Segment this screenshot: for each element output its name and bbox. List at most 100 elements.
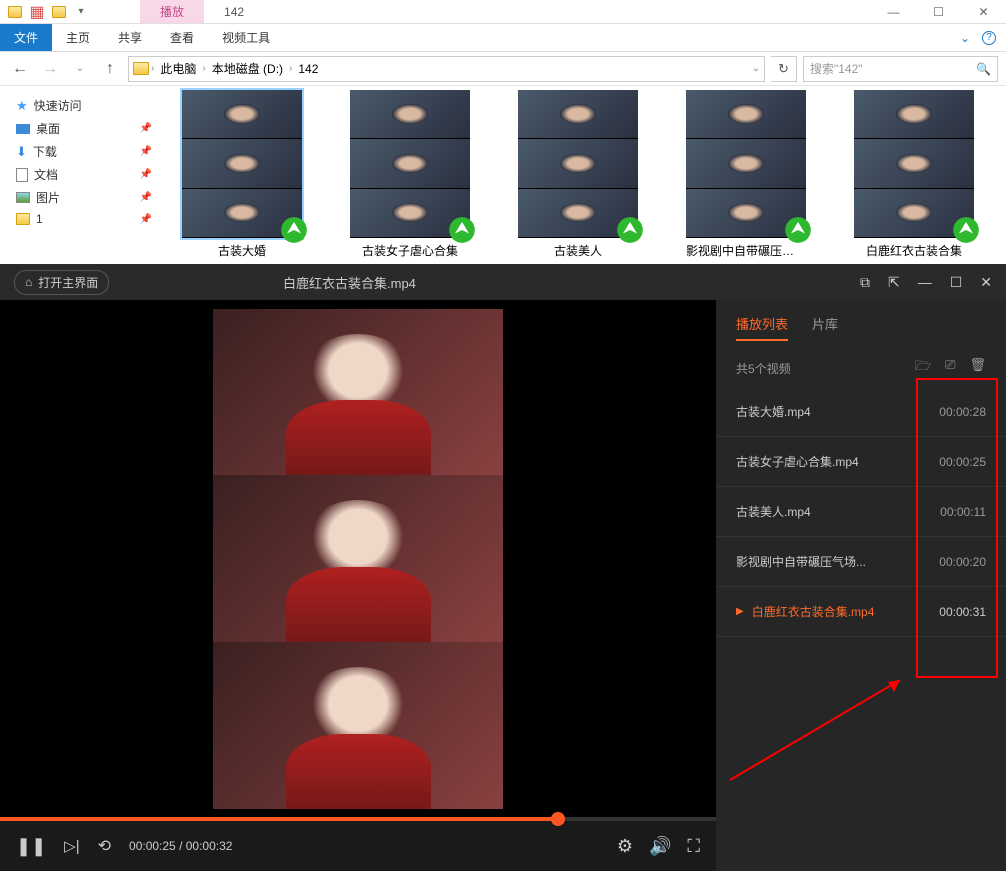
player-close-button[interactable]: ✕ [980, 274, 992, 291]
sidebar-label: 桌面 [36, 120, 60, 137]
title-tab-play[interactable]: 播放 [140, 0, 204, 23]
refresh-button[interactable]: ↻ [771, 56, 797, 82]
pip-icon[interactable]: ⧉ [860, 274, 870, 291]
video-player: ⌂ 打开主界面 白鹿红衣古装合集.mp4 ⧉ ⇱ — ☐ ✕ [0, 264, 1006, 871]
desktop-icon [16, 124, 30, 134]
play-badge-icon [952, 216, 980, 244]
search-icon[interactable]: 🔍 [976, 62, 991, 76]
search-input[interactable]: 搜索"142" 🔍 [803, 56, 998, 82]
qat-properties-icon[interactable]: ▦ [28, 3, 46, 21]
nav-history-icon[interactable]: ⌄ [68, 57, 92, 81]
home-icon: ⌂ [25, 275, 32, 289]
player-maximize-button[interactable]: ☐ [950, 274, 963, 291]
ribbon-tab-file[interactable]: 文件 [0, 24, 52, 51]
search-placeholder: 搜索"142" [810, 60, 863, 77]
file-item[interactable]: 白鹿红衣古装合集 [854, 90, 974, 260]
file-item[interactable]: 古装女子虐心合集 [350, 90, 470, 260]
playlist-item[interactable]: 影视剧中自带碾压气场... 00:00:20 [716, 537, 1006, 587]
next-button[interactable]: ▷| [64, 837, 79, 855]
time-current: 00:00:25 [129, 839, 176, 853]
tab-library[interactable]: 片库 [812, 314, 838, 341]
file-thumbnail [518, 90, 638, 238]
sidebar-quick-access[interactable]: ★快速访问 [4, 94, 164, 117]
qat-dropdown-icon[interactable]: ▾ [72, 3, 90, 21]
pin-icon[interactable]: ⇱ [888, 274, 900, 291]
sidebar-documents[interactable]: 文档📌 [4, 163, 164, 186]
playlist-item[interactable]: 古装大婚.mp4 00:00:28 [716, 387, 1006, 437]
pin-icon: 📌 [140, 146, 152, 157]
sort-icon[interactable]: ⎚ [945, 357, 955, 379]
playlist-item[interactable]: ▶白鹿红衣古装合集.mp4 00:00:31 [716, 587, 1006, 637]
breadcrumb-folder[interactable]: 142 [294, 62, 322, 76]
pin-icon: 📌 [140, 123, 152, 134]
ribbon-tab-video-tools[interactable]: 视频工具 [208, 24, 284, 51]
help-icon[interactable]: ? [982, 31, 996, 45]
breadcrumb-pc[interactable]: 此电脑 [156, 60, 200, 77]
picture-icon [16, 192, 30, 203]
delete-icon[interactable]: 🗑 [969, 357, 986, 379]
nav-forward-button[interactable]: → [38, 57, 62, 81]
sidebar: ★快速访问 桌面📌 ⬇下载📌 文档📌 图片📌 1📌 [0, 86, 168, 264]
sidebar-label: 1 [36, 212, 43, 226]
breadcrumb-drive[interactable]: 本地磁盘 (D:) [208, 60, 287, 77]
file-item[interactable]: 影视剧中自带碾压气场的 [686, 90, 806, 260]
play-badge-icon [448, 216, 476, 244]
address-bar: ← → ⌄ ↑ › 此电脑 › 本地磁盘 (D:) › 142 ⌄ ↻ 搜索"1… [0, 52, 1006, 86]
pin-icon: 📌 [140, 214, 152, 225]
play-badge-icon [280, 216, 308, 244]
open-folder-icon[interactable]: 🗁 [915, 357, 931, 379]
video-viewport[interactable] [0, 300, 716, 817]
breadcrumb[interactable]: › 此电脑 › 本地磁盘 (D:) › 142 ⌄ [128, 56, 765, 82]
sidebar-desktop[interactable]: 桌面 📌 [4, 117, 164, 140]
close-button[interactable]: ✕ [961, 0, 1006, 24]
nav-up-button[interactable]: ↑ [98, 57, 122, 81]
document-icon [16, 168, 28, 182]
video-frame [213, 309, 503, 476]
file-name: 古装女子虐心合集 [350, 242, 470, 259]
video-area: ❚❚ ▷| ⟲ 00:00:25 / 00:00:32 ⚙ 🔊 ⛶ [0, 300, 716, 871]
time-total: 00:00:32 [186, 839, 233, 853]
sidebar-label: 下载 [33, 143, 57, 160]
folder-icon [133, 62, 149, 75]
chevron-right-icon: › [202, 63, 205, 74]
sidebar-downloads[interactable]: ⬇下载📌 [4, 140, 164, 163]
playlist-item[interactable]: 古装美人.mp4 00:00:11 [716, 487, 1006, 537]
minimize-button[interactable]: — [871, 0, 916, 24]
explorer-title-bar: ▦ ▾ 播放 142 — ☐ ✕ [0, 0, 1006, 24]
player-minimize-button[interactable]: — [918, 274, 932, 290]
playlist-item-name: 古装大婚.mp4 [736, 403, 811, 420]
ribbon: 文件 主页 共享 查看 视频工具 ⌄ ? [0, 24, 1006, 52]
playlist-item[interactable]: 古装女子虐心合集.mp4 00:00:25 [716, 437, 1006, 487]
ribbon-tab-view[interactable]: 查看 [156, 24, 208, 51]
nav-back-button[interactable]: ← [8, 57, 32, 81]
playlist-count: 共5个视频 [736, 360, 791, 377]
file-name: 影视剧中自带碾压气场的 [686, 242, 806, 259]
sidebar-folder-1[interactable]: 1📌 [4, 209, 164, 229]
ribbon-tab-share[interactable]: 共享 [104, 24, 156, 51]
ribbon-tab-home[interactable]: 主页 [52, 24, 104, 51]
sidebar-pictures[interactable]: 图片📌 [4, 186, 164, 209]
pin-icon: 📌 [140, 169, 152, 180]
settings-icon[interactable]: ⚙ [617, 836, 633, 857]
fullscreen-icon[interactable]: ⛶ [687, 836, 700, 857]
chevron-down-icon[interactable]: ⌄ [752, 63, 760, 74]
playlist-item-duration: 00:00:31 [939, 605, 986, 619]
pause-button[interactable]: ❚❚ [16, 836, 46, 857]
chevron-right-icon: › [151, 63, 154, 74]
playlist-item-name: 白鹿红衣古装合集.mp4 [752, 603, 875, 620]
playlist-item-name: 影视剧中自带碾压气场... [736, 553, 866, 570]
file-grid: 古装大婚 古装女子虐心合集 古装美人 影视剧中自带碾压气场的 白鹿红衣古装合集 [168, 86, 1006, 264]
file-thumbnail [686, 90, 806, 238]
volume-icon[interactable]: 🔊 [649, 836, 671, 857]
progress-bar[interactable] [0, 817, 716, 821]
ribbon-expand-icon[interactable]: ⌄ [960, 31, 970, 45]
file-name: 古装美人 [518, 242, 638, 259]
playlist-panel: 播放列表 片库 共5个视频 🗁 ⎚ 🗑 古装大婚.mp4 00:00:28 古装… [716, 300, 1006, 871]
tab-playlist[interactable]: 播放列表 [736, 314, 788, 341]
file-item[interactable]: 古装美人 [518, 90, 638, 260]
maximize-button[interactable]: ☐ [916, 0, 961, 24]
loop-button[interactable]: ⟲ [98, 836, 111, 856]
open-main-button[interactable]: ⌂ 打开主界面 [14, 270, 109, 295]
playlist-item-duration: 00:00:28 [939, 405, 986, 419]
file-item[interactable]: 古装大婚 [182, 90, 302, 260]
